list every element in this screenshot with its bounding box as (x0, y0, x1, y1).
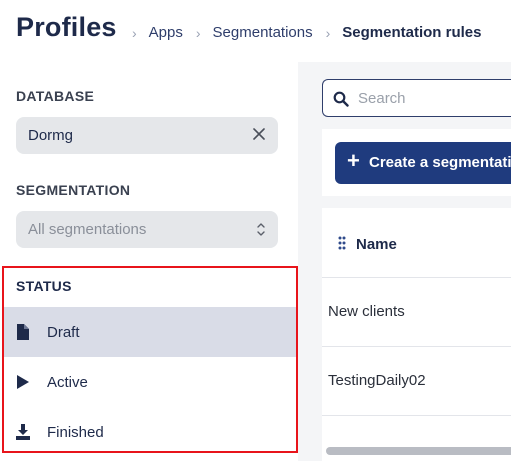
segmentation-select-value: All segmentations (28, 221, 147, 238)
status-item-label: Finished (47, 423, 104, 441)
database-filter-chip[interactable]: Dormg (16, 117, 278, 154)
chevron-updown-icon (257, 223, 265, 236)
segmentation-label: SEGMENTATION (16, 182, 131, 198)
plus-icon: + (347, 148, 360, 173)
toolbar: + Create a segmentatio (322, 129, 511, 196)
download-icon (16, 424, 30, 440)
status-item-draft[interactable]: Draft (4, 307, 296, 357)
table-cell-name: TestingDaily02 (328, 372, 426, 389)
search-placeholder: Search (358, 90, 406, 107)
breadcrumb-apps[interactable]: Apps (149, 24, 183, 41)
play-icon (17, 375, 29, 389)
chevron-right-icon: › (132, 24, 137, 41)
chevron-right-icon: › (195, 24, 201, 41)
database-value: Dormg (28, 127, 74, 144)
filter-sidebar: DATABASE Dormg SEGMENTATION All segmenta… (0, 62, 298, 461)
status-item-label: Active (47, 373, 88, 391)
horizontal-scrollbar[interactable] (326, 447, 511, 455)
status-label: STATUS (16, 278, 72, 294)
search-input[interactable]: Search (322, 79, 511, 117)
create-segmentation-button[interactable]: + Create a segmentatio (335, 142, 511, 184)
breadcrumb: › Apps › Segmentations › Segmentation ru… (132, 24, 495, 41)
close-icon[interactable] (250, 125, 268, 143)
file-icon (17, 324, 29, 340)
status-filter-group: STATUS Draft Active Finished (2, 266, 298, 453)
status-item-label: Draft (47, 323, 80, 341)
segmentation-rules-table: Name New clients TestingDaily02 (322, 208, 511, 461)
column-header-name[interactable]: Name (356, 236, 397, 253)
table-cell-name: New clients (328, 303, 405, 320)
breadcrumb-segmentations[interactable]: Segmentations (213, 24, 313, 41)
main-content: Search + Create a segmentatio Name New c… (298, 62, 511, 461)
segmentation-select[interactable]: All segmentations (16, 211, 278, 248)
drag-handle-icon[interactable] (338, 236, 346, 250)
page-header: Profiles › Apps › Segmentations › Segmen… (0, 0, 511, 62)
table-header: Name (322, 208, 511, 278)
app-title: Profiles (16, 12, 117, 42)
table-row[interactable]: New clients (322, 278, 511, 347)
status-item-finished[interactable]: Finished (4, 407, 296, 457)
table-row[interactable]: TestingDaily02 (322, 347, 511, 416)
database-label: DATABASE (16, 88, 95, 104)
breadcrumb-segmentation-rules[interactable]: Segmentation rules (342, 24, 481, 41)
status-item-active[interactable]: Active (4, 357, 296, 407)
create-button-label: Create a segmentatio (369, 154, 511, 171)
search-icon (333, 91, 349, 107)
chevron-right-icon: › (325, 24, 331, 41)
